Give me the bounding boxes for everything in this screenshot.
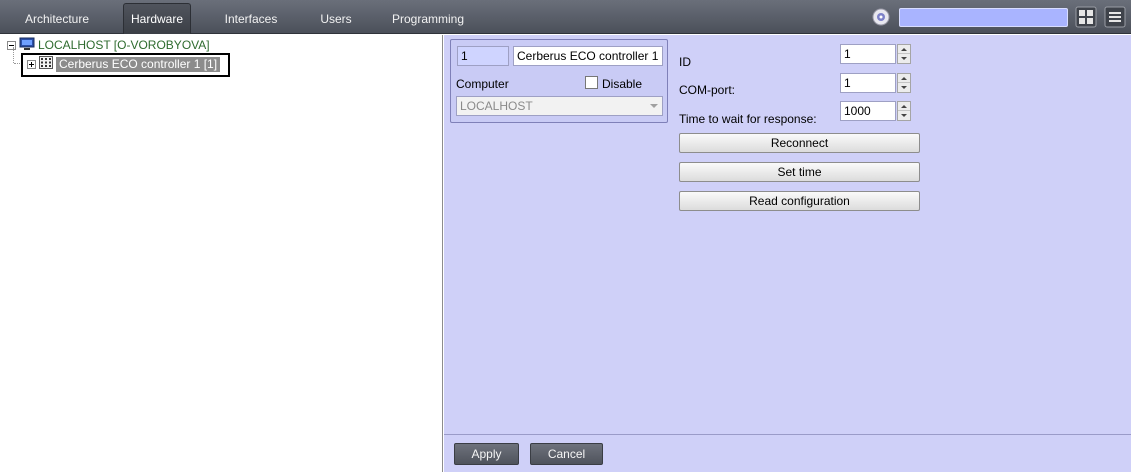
com-port-label: COM-port: [679, 83, 736, 97]
stepper-up-icon[interactable] [898, 102, 910, 111]
object-name-field[interactable] [513, 46, 663, 66]
expand-icon[interactable] [27, 59, 36, 69]
settings-panel: Computer Disable LOCALHOST ID COM-port: … [444, 35, 1131, 434]
action-bar: Apply Cancel [444, 434, 1131, 472]
apply-button[interactable]: Apply [454, 443, 519, 465]
object-properties-group: Computer Disable LOCALHOST [450, 39, 668, 123]
stepper-down-icon[interactable] [898, 54, 910, 63]
tab-users[interactable]: Users [312, 3, 360, 34]
id-label: ID [679, 55, 691, 69]
com-port-input[interactable] [840, 73, 896, 93]
collapse-icon[interactable] [7, 40, 16, 50]
tree-node-cerberus-controller[interactable]: Cerberus ECO controller 1 [1] [27, 56, 221, 72]
layout-grid-icon[interactable] [1075, 6, 1097, 28]
disable-label: Disable [602, 77, 643, 91]
stepper-down-icon[interactable] [898, 83, 910, 92]
tab-hardware[interactable]: Hardware [123, 3, 191, 34]
object-tree-panel: LOCALHOST [O-VOROBYOVA] Cerberus ECO con… [0, 35, 443, 472]
disable-checkbox[interactable] [585, 76, 598, 89]
computer-label: Computer [456, 77, 509, 91]
computer-select-value: LOCALHOST [460, 99, 533, 113]
tab-architecture[interactable]: Architecture [18, 3, 96, 34]
chevron-down-icon [650, 104, 658, 108]
computer-select[interactable]: LOCALHOST [456, 96, 663, 116]
tree-child-label: Cerberus ECO controller 1 [1] [56, 56, 221, 72]
object-id-field[interactable] [457, 46, 509, 66]
controller-icon [39, 56, 53, 72]
tab-interfaces[interactable]: Interfaces [218, 3, 284, 34]
id-stepper[interactable] [897, 44, 911, 64]
tree-connector [13, 47, 14, 63]
tree-root-label: LOCALHOST [O-VOROBYOVA] [38, 38, 210, 52]
set-time-button[interactable]: Set time [679, 162, 920, 182]
settings-gear-icon[interactable] [870, 6, 892, 28]
computer-icon [19, 37, 35, 54]
read-configuration-button[interactable]: Read configuration [679, 191, 920, 211]
reconnect-button[interactable]: Reconnect [679, 133, 920, 153]
id-input[interactable] [840, 44, 896, 64]
menu-list-icon[interactable] [1104, 6, 1126, 28]
stepper-down-icon[interactable] [898, 111, 910, 120]
tree-node-localhost[interactable]: LOCALHOST [O-VOROBYOVA] [7, 37, 210, 53]
search-input[interactable] [899, 8, 1068, 27]
response-timeout-input[interactable] [840, 101, 896, 121]
top-navigation-bar: Architecture Hardware Interfaces Users P… [0, 0, 1131, 34]
com-port-stepper[interactable] [897, 73, 911, 93]
response-timeout-stepper[interactable] [897, 101, 911, 121]
tab-programming[interactable]: Programming [386, 3, 470, 34]
stepper-up-icon[interactable] [898, 74, 910, 83]
cancel-button[interactable]: Cancel [530, 443, 603, 465]
stepper-up-icon[interactable] [898, 45, 910, 54]
response-timeout-label: Time to wait for response: [679, 112, 817, 126]
